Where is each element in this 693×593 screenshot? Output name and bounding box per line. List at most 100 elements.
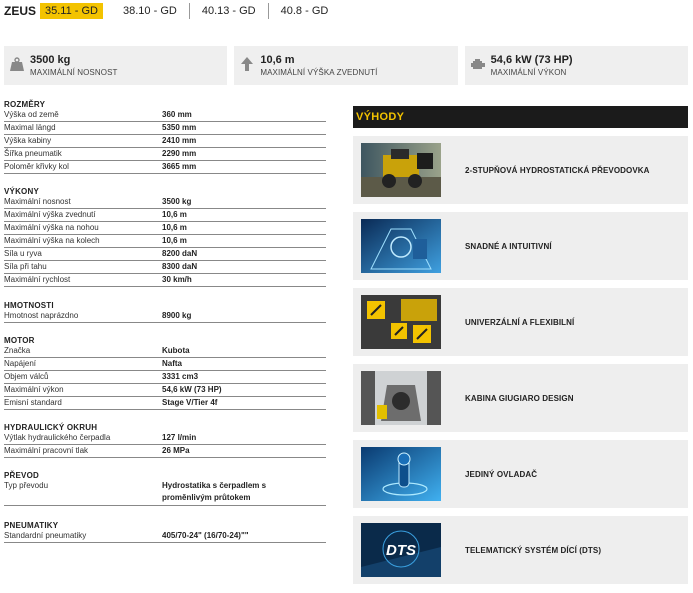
spec-row: Maximální výška na kolech 10,6 m	[4, 235, 326, 248]
spec-key: Značka	[4, 346, 31, 355]
dts-logo: DTS	[386, 542, 416, 559]
spec-row: Maximal längd 5350 mm	[4, 122, 326, 135]
stat-lift-height: 10,6 m MAXIMÁLNÍ VÝŠKA ZVEDNUTÍ	[234, 46, 458, 85]
engine-icon	[470, 59, 485, 69]
spec-row: Poloměr křivky kol 3665 mm	[4, 161, 326, 174]
spec-row: Maximální výkon 54,6 kW (73 HP)	[4, 384, 326, 397]
section-title: HYDRAULICKÝ OKRUH	[4, 423, 98, 432]
spec-row: Napájení Nafta	[4, 358, 326, 371]
benefit-joystick[interactable]: JEDINÝ OVLADAČ	[353, 440, 688, 508]
section-title: ROZMĚRY	[4, 100, 46, 109]
benefits-panel: VÝHODY 2-STUPŇOVÁ HYDROSTATICKÁ PŘEVODOV…	[353, 106, 688, 592]
benefit-dts[interactable]: DTS TELEMATICKÝ SYSTÉM DÍCÍ (DTS)	[353, 516, 688, 584]
model-selector: ZEUS 35.11 - GD 38.10 - GD 40.13 - GD 40…	[4, 3, 340, 19]
spec-row: Maximální nosnost 3500 kg	[4, 196, 326, 209]
section-title: PŘEVOD	[4, 471, 39, 480]
spec-value: 54,6 kW (73 HP)	[162, 385, 222, 394]
spec-row: Maximální rychlost 30 km/h	[4, 274, 326, 287]
spec-key: Maximální výška zvednutí	[4, 210, 96, 219]
benefit-joystick-label: JEDINÝ OVLADAČ	[465, 469, 538, 479]
spec-value: 360 mm	[162, 110, 192, 119]
spec-key: Napájení	[4, 359, 37, 368]
spec-value: 10,6 m	[162, 223, 187, 232]
spec-row: Síla u ryva 8200 daN	[4, 248, 326, 261]
stat-capacity-label: MAXIMÁLNÍ NOSNOST	[30, 68, 118, 77]
spec-key: Maximal längd	[4, 123, 56, 132]
spec-value: Nafta	[162, 359, 183, 368]
spec-value: 8300 daN	[162, 262, 198, 271]
spec-row: Objem válců 3331 cm3	[4, 371, 326, 384]
cab-blue-image	[361, 219, 441, 273]
benefit-cabin[interactable]: KABINA GIUGIARO DESIGN	[353, 364, 688, 432]
spec-row: Maximální výška zvednutí 10,6 m	[4, 209, 326, 222]
cabin-image	[361, 371, 441, 425]
stat-capacity-value: 3500 kg	[30, 54, 71, 66]
spec-row: Výška kabiny 2410 mm	[4, 135, 326, 148]
spec-key: Výška kabiny	[4, 136, 52, 145]
spec-key: Síla při tahu	[4, 262, 47, 271]
benefit-cabin-label: KABINA GIUGIARO DESIGN	[465, 393, 574, 403]
benefits-header: VÝHODY	[353, 106, 688, 128]
spec-value: 8200 daN	[162, 249, 198, 258]
model-tab-40-8[interactable]: 40.8 - GD	[267, 3, 341, 19]
benefit-versatile-label: UNIVERZÁLNÍ A FLEXIBILNÍ	[465, 317, 575, 327]
spec-value: 405/70-24" (16/70-24)""	[162, 531, 249, 540]
spec-key: Síla u ryva	[4, 249, 42, 258]
model-tab-38-10[interactable]: 38.10 - GD	[111, 3, 189, 19]
stat-lift-height-label: MAXIMÁLNÍ VÝŠKA ZVEDNUTÍ	[260, 68, 378, 77]
spec-key: Maximální nosnost	[4, 197, 71, 206]
spec-row: Emisní standard Stage V/Tier 4f	[4, 397, 326, 410]
spec-row: Síla při tahu 8300 daN	[4, 261, 326, 274]
benefit-gearbox[interactable]: 2-STUPŇOVÁ HYDROSTATICKÁ PŘEVODOVKA	[353, 136, 688, 204]
spec-value: 3331 cm3	[162, 372, 199, 381]
spec-value: Kubota	[162, 346, 190, 355]
spec-row: Standardní pneumatiky 405/70-24" (16/70-2…	[4, 530, 326, 543]
benefit-versatile[interactable]: UNIVERZÁLNÍ A FLEXIBILNÍ	[353, 288, 688, 356]
spec-value: 8900 kg	[162, 311, 192, 320]
section-title: HMOTNOSTI	[4, 301, 54, 310]
spec-row: Maximální výška na nohou 10,6 m	[4, 222, 326, 235]
spec-key: Maximální rychlost	[4, 275, 71, 284]
key-stats: 3500 kg MAXIMÁLNÍ NOSNOST 10,6 m MAXIMÁL…	[4, 46, 688, 85]
benefit-intuitive[interactable]: SNADNÉ A INTUITIVNÍ	[353, 212, 688, 280]
section-title: VÝKONY	[4, 187, 39, 196]
spec-value: 5350 mm	[162, 123, 197, 132]
spec-key: Výtlak hydraulického čerpadla	[4, 433, 111, 442]
spec-key: Maximální výška na kolech	[4, 236, 100, 245]
section-title: MOTOR	[4, 336, 35, 345]
model-tab-40-13[interactable]: 40.13 - GD	[188, 3, 268, 19]
dts-image: DTS	[361, 523, 441, 577]
model-tab-35-11[interactable]: 35.11 - GD	[40, 3, 104, 19]
spec-row: Výtlak hydraulického čerpadla 127 l/min	[4, 432, 326, 445]
spec-key: Standardní pneumatiky	[4, 531, 87, 540]
spec-value: 26 MPa	[162, 446, 190, 455]
spec-row: Šířka pneumatik 2290 mm	[4, 148, 326, 161]
spec-key: Maximální výška na nohou	[4, 223, 99, 232]
spec-value: 30 km/h	[162, 275, 192, 284]
weight-icon	[10, 57, 24, 71]
benefits-title: VÝHODY	[356, 111, 405, 123]
spec-key: Objem válců	[4, 372, 49, 381]
gearbox-image	[361, 143, 441, 197]
section-title: PNEUMATIKY	[4, 521, 59, 530]
spec-key: Maximální pracovní tlak	[4, 446, 89, 455]
spec-value: 3665 mm	[162, 162, 197, 171]
spec-row: Značka Kubota	[4, 345, 326, 358]
spec-row: Typ převodu Hydrostatika s čerpadlem s pr…	[4, 480, 326, 506]
spec-key: Výška od země	[4, 110, 59, 119]
arrow-up-icon	[241, 57, 254, 71]
joystick-image	[361, 447, 441, 501]
benefit-intuitive-label: SNADNÉ A INTUITIVNÍ	[465, 241, 552, 251]
spec-key: Hmotnost naprázdno	[4, 311, 79, 320]
brand-title: ZEUS	[4, 4, 37, 18]
benefit-dts-label: TELEMATICKÝ SYSTÉM DÍCÍ (DTS)	[465, 545, 602, 555]
spec-key: Poloměr křivky kol	[4, 162, 69, 171]
spec-row: Hmotnost naprázdno 8900 kg	[4, 310, 326, 323]
spec-key: Typ převodu	[4, 481, 49, 490]
spec-value: Hydrostatika s čerpadlem s proměnlivým p…	[162, 481, 267, 502]
spec-value: 2410 mm	[162, 136, 197, 145]
benefit-gearbox-label: 2-STUPŇOVÁ HYDROSTATICKÁ PŘEVODOVKA	[465, 165, 650, 175]
spec-row: Výška od země 360 mm	[4, 109, 326, 122]
spec-value: Stage V/Tier 4f	[162, 398, 218, 407]
spec-value: 2290 mm	[162, 149, 197, 158]
